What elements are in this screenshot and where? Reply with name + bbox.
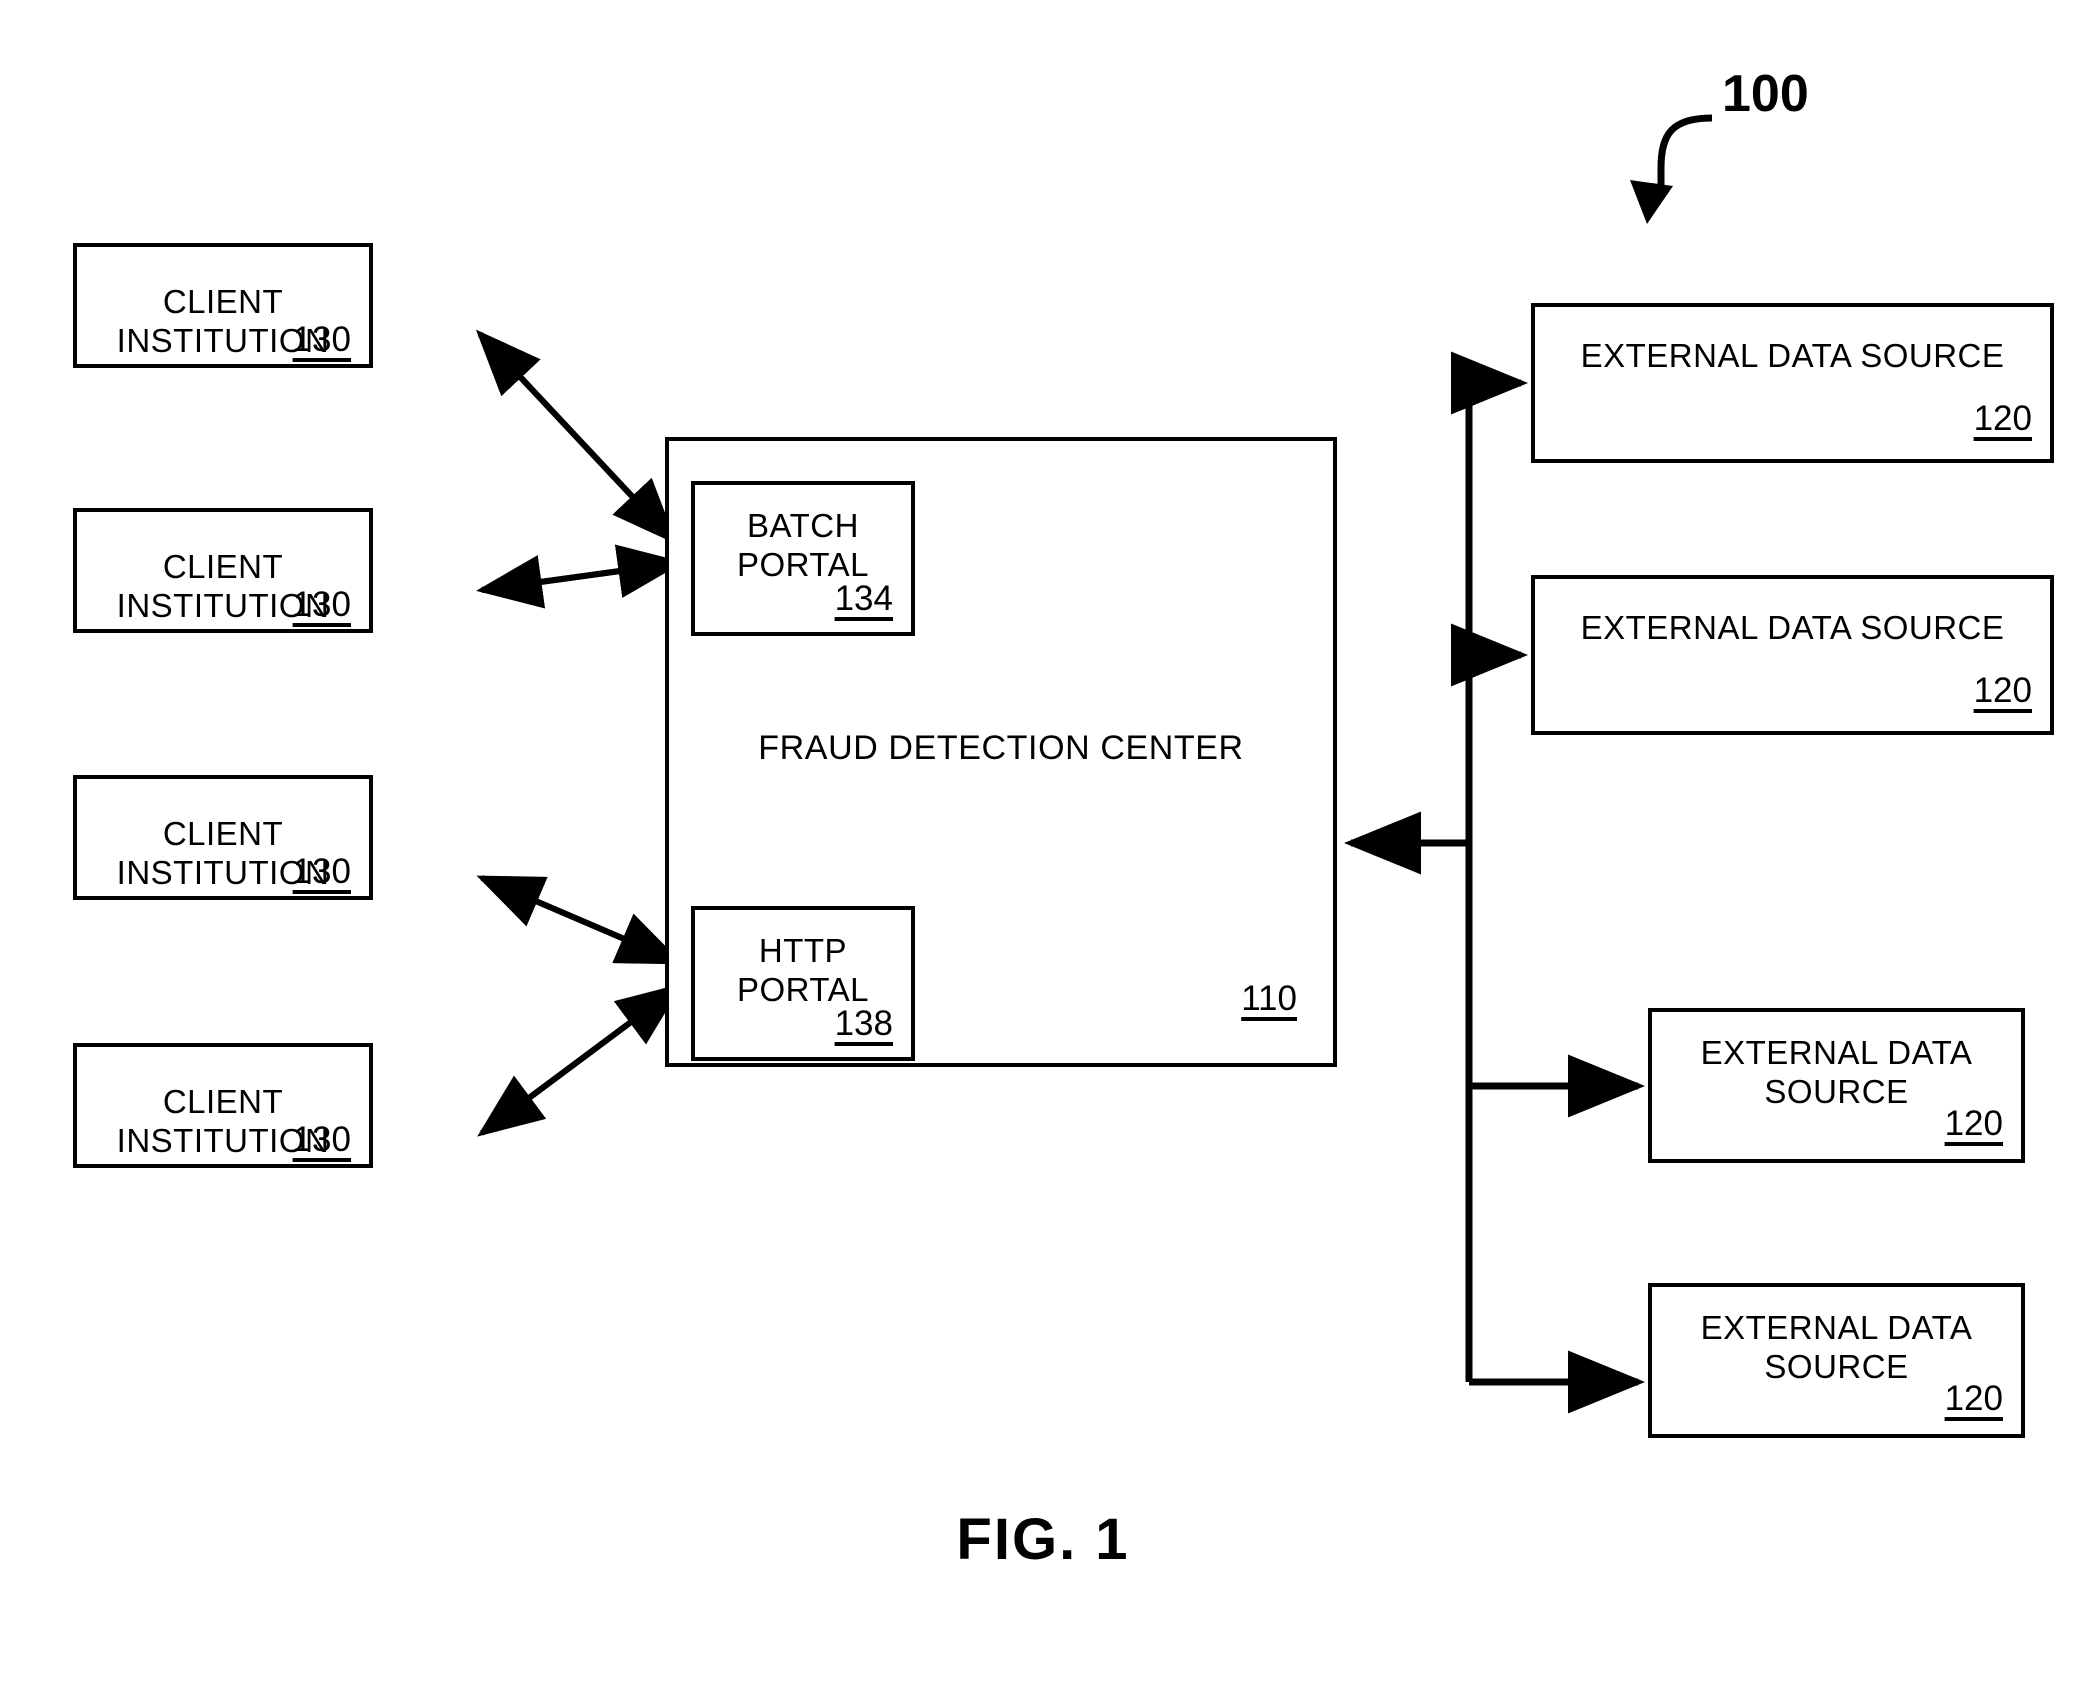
figure-caption: FIG. 1 <box>956 1507 1130 1572</box>
http-portal-ref: 138 <box>834 1004 893 1043</box>
fraud-detection-center-ref: 110 <box>1241 979 1297 1018</box>
connector-client2-batch-portal <box>476 544 684 609</box>
system-reference-number: 100 <box>1722 65 1809 123</box>
external-data-source-ref: 120 <box>1973 671 2032 710</box>
http-portal-box[interactable]: HTTP PORTAL 138 <box>691 906 915 1061</box>
http-portal-label: HTTP PORTAL <box>737 932 869 1008</box>
batch-portal-box[interactable]: BATCH PORTAL 134 <box>691 481 915 636</box>
client-institution-ref: 130 <box>292 585 351 624</box>
external-data-source-label: EXTERNAL DATA SOURCE <box>1700 1309 1973 1385</box>
client-institution-box-3[interactable]: CLIENT INSTITUTION 130 <box>73 775 373 900</box>
external-data-source-label: EXTERNAL DATA SOURCE <box>1580 609 2005 646</box>
external-data-source-ref: 120 <box>1944 1104 2003 1143</box>
client-institution-ref: 130 <box>292 320 351 359</box>
client-institution-ref: 130 <box>292 1120 351 1159</box>
external-data-source-label: EXTERNAL DATA SOURCE <box>1700 1034 1973 1110</box>
external-data-source-label: EXTERNAL DATA SOURCE <box>1580 337 2005 374</box>
external-data-source-box-3[interactable]: EXTERNAL DATA SOURCE 120 <box>1648 1008 2025 1163</box>
external-data-source-box-4[interactable]: EXTERNAL DATA SOURCE 120 <box>1648 1283 2025 1438</box>
fraud-detection-center-box[interactable]: FRAUD DETECTION CENTER 110 BATCH PORTAL … <box>665 437 1337 1067</box>
client-institution-box-4[interactable]: CLIENT INSTITUTION 130 <box>73 1043 373 1168</box>
client-institution-box-2[interactable]: CLIENT INSTITUTION 130 <box>73 508 373 633</box>
patent-figure: batch portal ---- --> batch portal ---- … <box>0 0 2086 1683</box>
fraud-detection-center-title: FRAUD DETECTION CENTER <box>758 729 1244 767</box>
system-reference-leader-line <box>1630 114 1713 224</box>
client-institution-box-1[interactable]: CLIENT INSTITUTION 130 <box>73 243 373 368</box>
connector-client1-batch-portal <box>475 329 678 545</box>
connector-external-data-bus <box>1344 351 1645 1414</box>
connector-client4-http-portal <box>477 983 683 1137</box>
external-data-source-ref: 120 <box>1973 399 2032 438</box>
external-data-source-box-2[interactable]: EXTERNAL DATA SOURCE 120 <box>1531 575 2054 735</box>
connector-client3-http-portal <box>476 875 684 965</box>
batch-portal-label: BATCH PORTAL <box>737 507 869 583</box>
external-data-source-box-1[interactable]: EXTERNAL DATA SOURCE 120 <box>1531 303 2054 463</box>
client-institution-ref: 130 <box>292 852 351 891</box>
external-data-source-ref: 120 <box>1944 1379 2003 1418</box>
batch-portal-ref: 134 <box>834 579 893 618</box>
